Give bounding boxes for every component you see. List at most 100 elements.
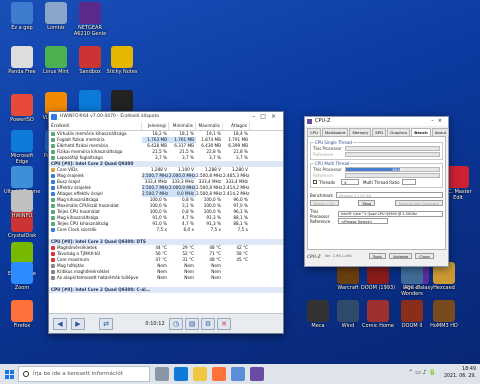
task-view-icon[interactable] bbox=[155, 367, 169, 381]
bench-panel: CPU Single Thread This Processor Referen… bbox=[307, 136, 446, 250]
sensor-icon bbox=[51, 258, 55, 262]
column-current[interactable]: Jelenlegi bbox=[142, 122, 169, 130]
settings-icon[interactable]: ⚙ bbox=[201, 317, 215, 330]
desktop-icon[interactable]: Sticky Notes bbox=[104, 46, 140, 75]
sensor-group-row[interactable]: CPU [#0]: Intel Core 2 Quad Q9300: C-ál.… bbox=[49, 287, 283, 293]
desktop-icon[interactable]: Linux Mint bbox=[38, 46, 74, 75]
tab-bench[interactable]: Bench bbox=[411, 128, 431, 136]
tab-about[interactable]: About bbox=[431, 128, 450, 136]
column-min[interactable]: Minimális bbox=[169, 122, 196, 130]
report-icon[interactable]: ▤ bbox=[185, 317, 199, 330]
desktop-icon[interactable]: DOOM II bbox=[394, 300, 430, 329]
tab-mainboard[interactable]: Mainboard bbox=[321, 128, 349, 136]
window-controls[interactable]: –□× bbox=[252, 112, 281, 122]
sensor-value: 7,5 x bbox=[156, 227, 167, 232]
hwinfo-sensor-list[interactable]: Virtuális memória kihasználtsága 18,2 % 18… bbox=[49, 131, 283, 313]
explorer-taskbar-icon[interactable] bbox=[193, 367, 207, 381]
desktop-icon[interactable]: Microsoft Edge bbox=[4, 130, 40, 165]
sensor-icon bbox=[51, 156, 55, 160]
cpuz-titlebar[interactable]: CPU-Z –× bbox=[305, 117, 448, 126]
desktop-icon[interactable]: Ez a gép bbox=[4, 2, 40, 31]
nav-right-button[interactable]: ▶ bbox=[71, 317, 85, 330]
hwinfo-app-icon bbox=[51, 114, 57, 120]
desktop-icon[interactable]: Zoom bbox=[4, 262, 40, 291]
app-icon bbox=[79, 46, 101, 68]
app-icon bbox=[11, 130, 33, 152]
close-button[interactable]: Close bbox=[415, 253, 434, 259]
submit-compare-button[interactable]: Submit and Compare bbox=[394, 200, 443, 206]
close-icon[interactable]: ✕ bbox=[217, 317, 231, 330]
app-icon bbox=[79, 2, 101, 24]
desktop-icon[interactable]: Age of Wonders bbox=[394, 262, 430, 297]
app-icon bbox=[307, 300, 329, 322]
reference-select[interactable]: <Please Select> bbox=[338, 218, 388, 224]
desktop-icon[interactable]: Lomtár bbox=[38, 2, 74, 31]
threads-checkbox[interactable] bbox=[313, 180, 317, 184]
threads-select[interactable]: 4 bbox=[341, 179, 359, 185]
network-icon[interactable]: ⇄ bbox=[99, 317, 113, 330]
firefox-taskbar-icon[interactable] bbox=[212, 367, 226, 381]
hwinfo-taskbar-icon[interactable] bbox=[231, 367, 245, 381]
cpuz-window[interactable]: CPU-Z –× CPU Mainboard Memory SPD Graphics Be… bbox=[304, 116, 450, 267]
bench-cpu-button[interactable]: Bench CPU bbox=[310, 200, 339, 206]
ratio-label: Multi Thread Ratio bbox=[363, 179, 400, 185]
sensor-icon bbox=[51, 222, 55, 226]
tools-button[interactable]: Tools bbox=[368, 253, 387, 259]
cpuz-taskbar-icon[interactable] bbox=[250, 367, 264, 381]
hwinfo-column-header: Érzékelő Jelenlegi Minimális Maximális Á… bbox=[49, 122, 283, 131]
app-icon bbox=[11, 190, 33, 212]
desktop-icon-label: Lomtár bbox=[47, 25, 65, 31]
system-tray-icons[interactable]: ⌃ ▭ ♪ 🔋 bbox=[408, 369, 436, 376]
desktop-icon[interactable]: Firefox bbox=[4, 300, 40, 329]
desktop-icon[interactable]: NETGEAR A6210 Genie bbox=[72, 2, 108, 37]
clock-time: 18:49 bbox=[462, 367, 476, 372]
desktop-icon[interactable]: HoMM3 HD bbox=[426, 300, 462, 329]
tab-cpu[interactable]: CPU bbox=[307, 128, 321, 136]
desktop-icon[interactable]: HWiNFO bbox=[4, 190, 40, 219]
hwinfo-window[interactable]: HWiNFO®64 v7.00-4470 - Érzékelő állapota… bbox=[48, 111, 284, 334]
tab-spd[interactable]: SPD bbox=[372, 128, 387, 136]
app-icon bbox=[367, 300, 389, 322]
desktop-icon[interactable]: Meca bbox=[300, 300, 336, 329]
column-avg[interactable]: Átlagos bbox=[223, 122, 250, 130]
proc-value: Intel® Core™2 Quad CPU Q9300 @ 2.50GHz bbox=[338, 211, 443, 217]
clock-icon[interactable]: ◷ bbox=[169, 317, 183, 330]
sensor-icon bbox=[51, 180, 55, 184]
desktop-icon-label: Age of Wonders bbox=[401, 285, 423, 297]
edge-taskbar-icon[interactable] bbox=[174, 367, 188, 381]
app-icon bbox=[45, 46, 67, 68]
sensor-icon bbox=[51, 186, 55, 190]
sensor-value: 6,0 x bbox=[183, 227, 194, 232]
desktop-icon[interactable]: Sandbox bbox=[72, 46, 108, 75]
desktop-icon[interactable]: PowerISO bbox=[4, 94, 40, 123]
window-controls[interactable]: –× bbox=[431, 117, 446, 126]
sensor-value: 7,5 x bbox=[210, 227, 221, 232]
sensor-icon bbox=[51, 198, 55, 202]
tab-graphics[interactable]: Graphics bbox=[387, 128, 411, 136]
validate-button[interactable]: Validate bbox=[389, 253, 413, 259]
stop-button[interactable]: Stop bbox=[358, 200, 376, 206]
mt-this-bar: 854,2 bbox=[345, 166, 440, 172]
start-button[interactable] bbox=[0, 364, 18, 384]
sensor-icon bbox=[51, 168, 55, 172]
nav-left-button[interactable]: ◀ bbox=[53, 317, 67, 330]
sensor-icon bbox=[51, 132, 55, 136]
elapsed-timer: 0:10:12 bbox=[145, 320, 165, 327]
tab-memory[interactable]: Memory bbox=[349, 128, 372, 136]
app-icon bbox=[11, 2, 33, 24]
search-input[interactable]: Írja be ide a keresett információt bbox=[18, 366, 150, 382]
desktop-icon[interactable]: Panda Free bbox=[4, 46, 40, 75]
cpuz-app-icon bbox=[307, 119, 312, 124]
desktop-icon-label: DOOM (1993) bbox=[360, 285, 396, 291]
sensor-icon bbox=[51, 138, 55, 142]
desktop-icon-label: DOOM II bbox=[401, 323, 423, 329]
mt-reference-label: Reference bbox=[313, 172, 334, 178]
column-sensor[interactable]: Érzékelő bbox=[49, 122, 142, 130]
column-max[interactable]: Maximális bbox=[196, 122, 223, 130]
clock[interactable]: 18:49 2021. 06. 29. bbox=[444, 366, 476, 380]
mt-ref-bar bbox=[345, 172, 440, 178]
hwinfo-titlebar[interactable]: HWiNFO®64 v7.00-4470 - Érzékelő állapota… bbox=[49, 112, 283, 122]
benchmark-version-select[interactable]: Version 17.01.64 bbox=[336, 192, 443, 198]
search-icon bbox=[23, 371, 29, 377]
app-icon bbox=[401, 300, 423, 322]
